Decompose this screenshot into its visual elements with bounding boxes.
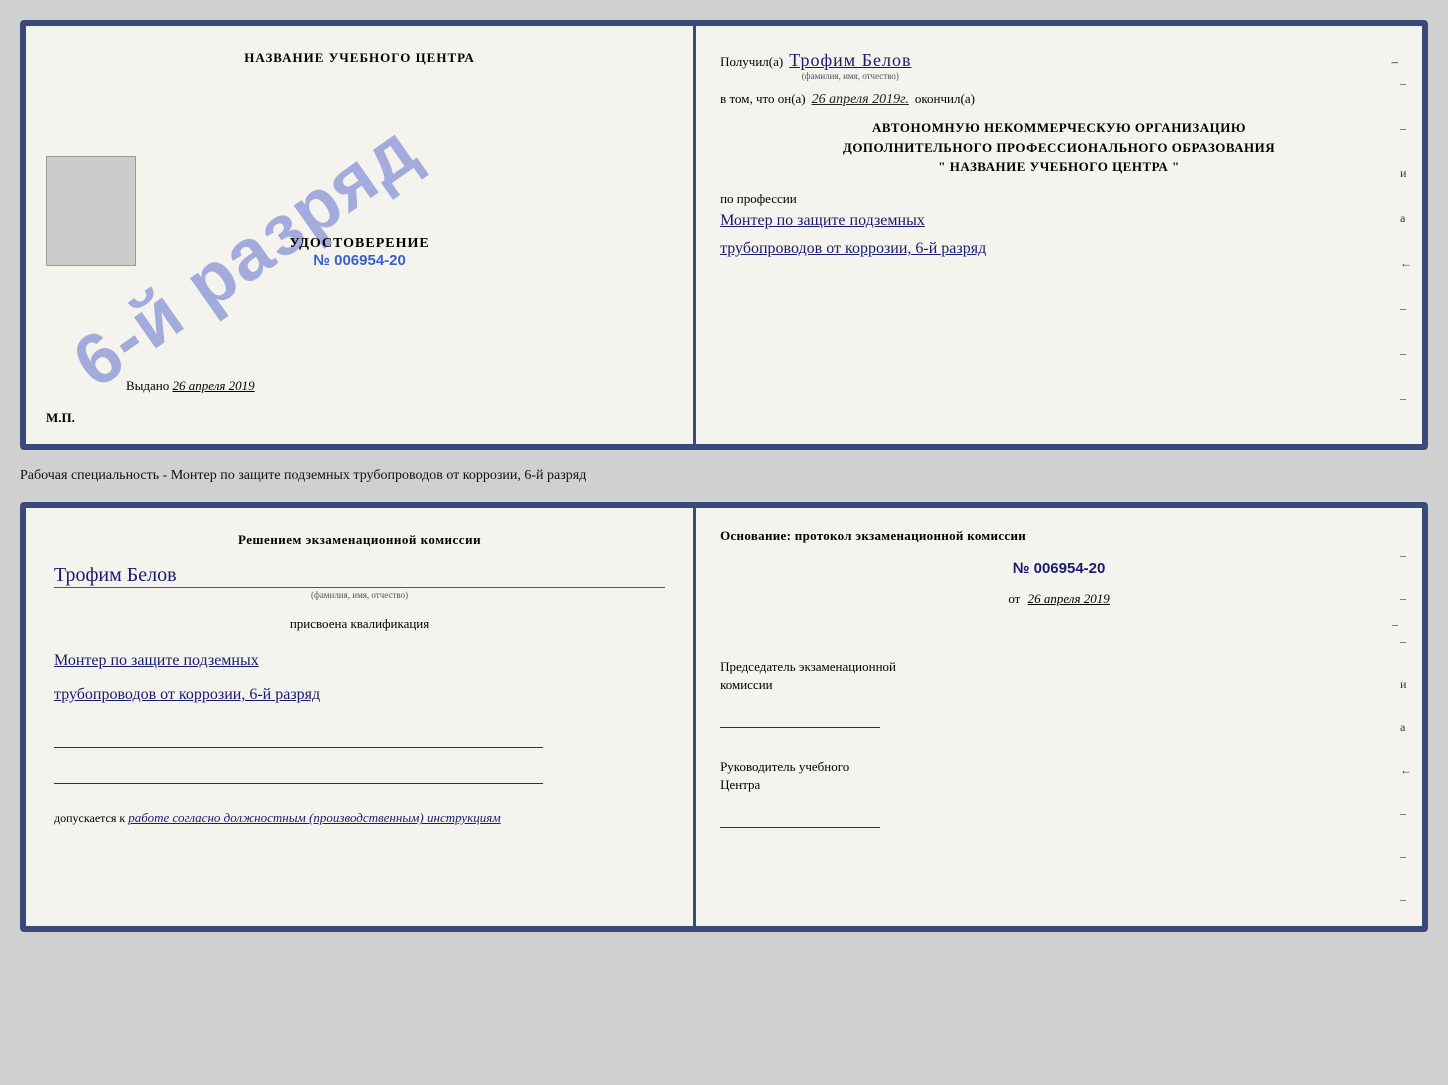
poluchil-label: Получил(a) [720,54,783,70]
underline-1 [54,730,543,748]
top-document: НАЗВАНИЕ УЧЕБНОГО ЦЕНТРА 6-й разряд УДОС… [20,20,1428,450]
vtom-date: 26 апреля 2019г. [812,92,909,108]
profession-line1-top: Монтер по защите подземных [720,207,1398,236]
vtom-label: в том, что он(а) [720,91,806,107]
underlines-block [54,730,665,784]
okonchil-label: окончил(а) [915,91,975,107]
osnovanie-label: Основание: протокол экзаменационной коми… [720,528,1398,544]
person-name-bottom: Трофим Белов [54,564,665,587]
rukovoditel-sign-line [720,808,880,828]
rukovoditel-line2: Центра [720,777,760,792]
top-doc-left: НАЗВАНИЕ УЧЕБНОГО ЦЕНТРА 6-й разряд УДОС… [26,26,696,444]
poluchil-name: Трофим Белов [789,50,911,70]
org-line1: АВТОНОМНУЮ НЕКОММЕРЧЕСКУЮ ОРГАНИЗАЦИЮ [720,118,1398,138]
right-side-lines-bottom: – – – и а ← – – – – [1400,548,1412,932]
bottom-doc-left: Решением экзаменационной комиссии Трофим… [26,508,696,926]
udost-number: № 006954-20 [289,252,429,269]
predsedatel-text: Председатель экзаменационной комиссии [720,658,1398,694]
middle-text: Рабочая специальность - Монтер по защите… [20,462,1428,490]
prisvoyena-label: присвоена квалификация [54,616,665,632]
predsedatel-sign-line [720,708,880,728]
predsedatel-line1: Председатель экзаменационной [720,659,896,674]
underline-2 [54,766,543,784]
org-line2: ДОПОЛНИТЕЛЬНОГО ПРОФЕССИОНАЛЬНОГО ОБРАЗО… [720,138,1398,158]
org-line3: " НАЗВАНИЕ УЧЕБНОГО ЦЕНТРА " [720,157,1398,177]
bottom-doc-right: Основание: протокол экзаменационной коми… [696,508,1422,926]
mp-block: М.П. [46,410,75,426]
rukovoditel-line1: Руководитель учебного [720,759,849,774]
bottom-document: Решением экзаменационной комиссии Трофим… [20,502,1428,932]
predsedatel-block: Председатель экзаменационной комиссии [720,658,1398,728]
udostoverenie-block: УДОСТОВЕРЕНИЕ № 006954-20 [289,236,429,269]
dash1: – [1391,54,1398,70]
udost-title: УДОСТОВЕРЕНИЕ [289,236,429,252]
ot-date: 26 апреля 2019 [1028,591,1110,606]
dopuskaetsya-label: допускается к [54,811,125,825]
profession-line2-bottom: трубопроводов от коррозии, 6-й разряд [54,680,665,710]
po-professii-label: по профессии [720,191,797,206]
top-doc-right: Получил(a) Трофим Белов (фамилия, имя, о… [696,26,1422,444]
vtom-row: в том, что он(а) 26 апреля 2019г. окончи… [720,91,1398,108]
org-block: АВТОНОМНУЮ НЕКОММЕРЧЕСКУЮ ОРГАНИЗАЦИЮ ДО… [720,118,1398,177]
predsedatel-line2: комиссии [720,677,773,692]
ot-label: от [1008,591,1020,606]
po-professii-block: по профессии Монтер по защите подземных … [720,191,1398,265]
person-name-block: Трофим Белов (фамилия, имя, отчество) [54,558,665,600]
dopuskaetsya-text: работе согласно должностным (производств… [128,810,500,825]
profession-line2-top: трубопроводов от коррозии, 6-й разряд [720,235,1398,264]
fio-label-bottom: (фамилия, имя, отчество) [54,587,665,600]
rukovoditel-block: Руководитель учебного Центра [720,758,1398,828]
dopuskaetsya-block: допускается к работе согласно должностны… [54,808,665,829]
resheniem-label: Решением экзаменационной комиссии [54,532,665,548]
right-side-lines-top: – – и а ← – – – – [1400,76,1412,450]
poluchil-row: Получил(a) Трофим Белов (фамилия, имя, о… [720,50,1398,81]
protocol-number: № 006954-20 [720,560,1398,577]
ot-date-block: от 26 апреля 2019 [720,591,1398,607]
profession-line1-bottom: Монтер по защите подземных [54,646,665,676]
fio-label-top: (фамилия, имя, отчество) [789,71,911,81]
profession-bottom-block: Монтер по защите подземных трубопроводов… [54,642,665,711]
rukovoditel-text: Руководитель учебного Центра [720,758,1398,794]
diagonal-stamp: 6-й разряд [20,20,483,450]
